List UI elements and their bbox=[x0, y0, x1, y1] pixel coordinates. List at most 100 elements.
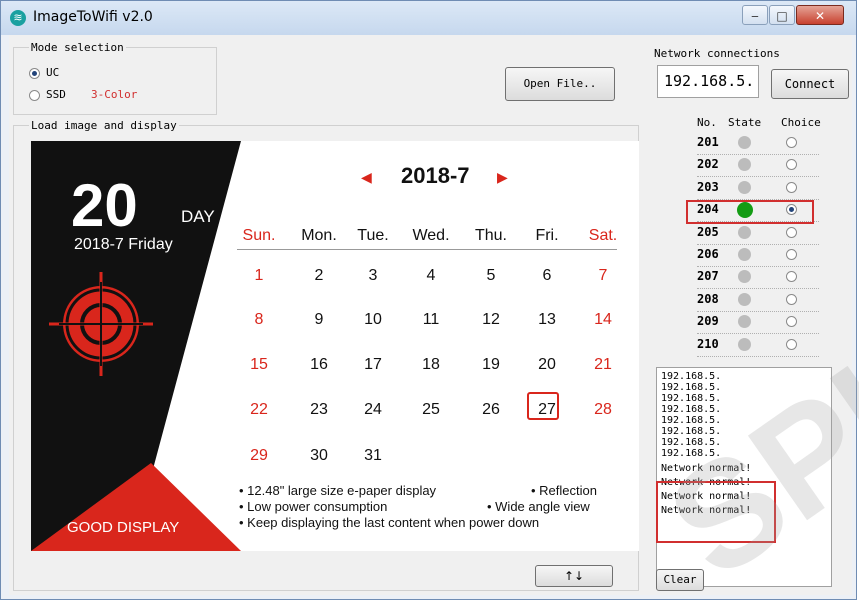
app-window: ≋ ImageToWifi v2.0 ‒ □ ✕ Mode selection … bbox=[0, 0, 859, 610]
weekday-label: Fri. bbox=[535, 227, 559, 244]
device-choice-radio[interactable] bbox=[786, 159, 797, 171]
calendar-day: 31 bbox=[364, 447, 382, 464]
device-choice-radio[interactable] bbox=[786, 316, 797, 328]
feature-text: • Low power consumption bbox=[239, 499, 388, 514]
state-disconnected-icon bbox=[738, 292, 751, 306]
state-disconnected-icon bbox=[738, 225, 751, 239]
calendar-day: 3 bbox=[368, 267, 378, 284]
device-number: 207 bbox=[697, 269, 719, 284]
calendar-day: 23 bbox=[310, 401, 328, 418]
title-bar: ≋ ImageToWifi v2.0 ‒ □ ✕ bbox=[1, 1, 856, 35]
state-disconnected-icon bbox=[738, 158, 751, 172]
device-choice-radio[interactable] bbox=[786, 137, 797, 148]
radio-uc-label: UC bbox=[46, 66, 60, 79]
minimize-button[interactable]: ‒ bbox=[742, 5, 768, 25]
calendar-day: 1 bbox=[254, 267, 264, 284]
prev-month-arrow: ◀ bbox=[361, 169, 372, 185]
calendar-day: 4 bbox=[426, 267, 436, 284]
state-disconnected-icon bbox=[738, 136, 751, 149]
brand-part-good: GOOD bbox=[67, 519, 118, 536]
ssd-color-note: 3-Color bbox=[91, 88, 138, 101]
window-title: ImageToWifi v2.0 bbox=[33, 9, 153, 25]
calendar-day: 15 bbox=[250, 356, 268, 373]
calendar-day: 16 bbox=[310, 356, 328, 373]
calendar-day: 20 bbox=[538, 356, 556, 373]
calendar-day: 22 bbox=[250, 401, 268, 418]
device-number: 202 bbox=[697, 157, 719, 172]
device-choice-radio[interactable] bbox=[786, 249, 797, 260]
calendar-day: 30 bbox=[310, 447, 328, 464]
calendar-day: 18 bbox=[422, 356, 440, 373]
state-disconnected-icon bbox=[738, 180, 751, 194]
day-number: 20 bbox=[71, 172, 138, 239]
calendar-day: 19 bbox=[482, 356, 500, 373]
state-disconnected-icon bbox=[738, 248, 751, 261]
feature-text: • 12.48" large size e-paper display bbox=[239, 483, 437, 498]
device-number: 206 bbox=[697, 247, 719, 261]
weekday-underline bbox=[237, 249, 617, 250]
calendar-day: 14 bbox=[594, 311, 612, 328]
close-button[interactable]: ✕ bbox=[796, 5, 844, 25]
weekday-label: Thu. bbox=[474, 227, 507, 244]
col-choice-header: Choice bbox=[781, 116, 821, 129]
radio-ssd-label: SSD bbox=[46, 88, 66, 101]
brand-part-display: DISPLAY bbox=[117, 519, 180, 536]
calendar-day: 11 bbox=[422, 311, 440, 328]
weekday-label: Tue. bbox=[357, 227, 389, 244]
calendar-day: 10 bbox=[364, 311, 382, 328]
calendar-day: 13 bbox=[538, 311, 556, 328]
calendar-day: 25 bbox=[422, 401, 440, 418]
today-marker bbox=[527, 392, 559, 420]
date-line: 2018-7 Friday bbox=[74, 236, 173, 253]
col-no-header: No. bbox=[697, 116, 717, 129]
ip-input[interactable]: 192.168.5. bbox=[657, 65, 759, 98]
clear-button[interactable]: Clear bbox=[656, 569, 704, 591]
rotate-button[interactable]: ↑↓ bbox=[535, 565, 613, 587]
device-number: 201 bbox=[697, 135, 719, 149]
device-number: 210 bbox=[697, 336, 719, 351]
device-number: 205 bbox=[697, 224, 719, 239]
calendar-day: 7 bbox=[598, 267, 608, 284]
mode-selection-group bbox=[13, 47, 217, 115]
calendar-day: 5 bbox=[486, 267, 496, 284]
feature-text: • Reflection bbox=[531, 483, 597, 498]
weekday-label: Sun. bbox=[242, 227, 276, 244]
brand-logo: GOOD DISPLAY bbox=[67, 519, 179, 536]
display-group-label: Load image and display bbox=[29, 119, 179, 132]
device-row-separator bbox=[697, 176, 819, 178]
device-choice-radio[interactable] bbox=[786, 271, 797, 283]
weekday-label: Wed. bbox=[412, 227, 450, 244]
radio-ssd[interactable] bbox=[29, 90, 40, 101]
device-number: 203 bbox=[697, 179, 719, 194]
device-choice-radio[interactable] bbox=[786, 181, 797, 193]
col-state-header: State bbox=[728, 116, 762, 129]
calendar-day: 28 bbox=[594, 401, 612, 418]
selected-device-highlight bbox=[686, 200, 814, 224]
radio-uc[interactable] bbox=[29, 68, 40, 79]
device-choice-radio[interactable] bbox=[786, 293, 797, 305]
device-row-separator bbox=[697, 154, 819, 155]
calendar-day: 21 bbox=[594, 356, 612, 373]
next-month-arrow: ▶ bbox=[497, 169, 508, 185]
calendar-image: 20 DAY 2018-7 Friday GOOD DISPLAY ◀ 20 18… bbox=[31, 141, 639, 551]
state-disconnected-icon bbox=[738, 315, 751, 329]
device-row-separator bbox=[697, 266, 819, 267]
calendar-day: 24 bbox=[364, 401, 382, 418]
calendar-day: 26 bbox=[482, 401, 500, 418]
connect-button[interactable]: Connect bbox=[771, 69, 849, 99]
weekday-label: Sat. bbox=[588, 227, 618, 244]
device-choice-radio[interactable] bbox=[786, 226, 797, 238]
day-word: DAY bbox=[181, 207, 215, 226]
mode-selection-label: Mode selection bbox=[29, 41, 126, 54]
state-disconnected-icon bbox=[738, 270, 751, 284]
weekday-label: Mon. bbox=[301, 227, 337, 244]
device-choice-radio[interactable] bbox=[786, 338, 797, 350]
maximize-button[interactable]: □ bbox=[769, 5, 795, 25]
device-number: 208 bbox=[697, 291, 719, 306]
wifi-icon: ≋ bbox=[10, 10, 26, 26]
device-row-separator bbox=[697, 288, 819, 290]
open-file-button[interactable]: Open File.. bbox=[505, 67, 615, 101]
device-row-separator bbox=[697, 333, 819, 335]
calendar-day: 29 bbox=[250, 447, 268, 464]
state-disconnected-icon bbox=[738, 337, 751, 351]
